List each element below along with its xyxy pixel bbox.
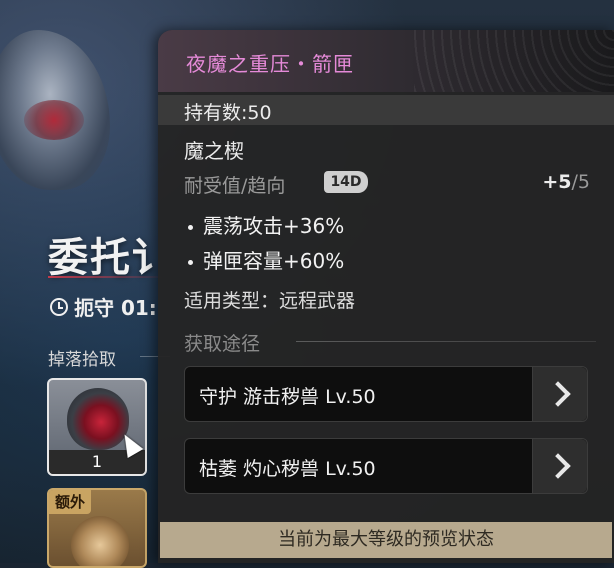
mission-timer-text: 扼守 01: bbox=[74, 296, 157, 320]
source-arrow-button[interactable] bbox=[532, 367, 587, 421]
stat-text: 震荡攻击+36% bbox=[203, 214, 345, 238]
mission-timer: 扼守 01: bbox=[50, 292, 157, 321]
source-arrow-button[interactable] bbox=[532, 439, 587, 493]
owned-count: 持有数:50 bbox=[184, 102, 272, 124]
divider bbox=[296, 341, 596, 342]
character-art-accent bbox=[24, 100, 84, 140]
tooltip-header: 夜魔之重压・箭匣 bbox=[158, 30, 614, 92]
source-button-label: 枯萎 灼心秽兽 Lv.50 bbox=[199, 458, 376, 480]
source-button-2[interactable]: 枯萎 灼心秽兽 Lv.50 bbox=[184, 438, 588, 494]
owned-count-row: 持有数:50 bbox=[158, 95, 614, 125]
chevron-right-icon bbox=[545, 453, 571, 479]
durability-value: +5/5 bbox=[542, 171, 590, 193]
loot-item-extra[interactable]: 额外 bbox=[47, 488, 147, 568]
durability-label: 耐受值/趋向 bbox=[184, 175, 286, 197]
source-button-1[interactable]: 守护 游击秽兽 Lv.50 bbox=[184, 366, 588, 422]
item-name: 魔之楔 bbox=[184, 139, 244, 163]
source-section-label: 获取途径 bbox=[184, 333, 261, 355]
item-title: 夜魔之重压・箭匣 bbox=[186, 52, 354, 76]
loot-item-mod[interactable]: 1 bbox=[47, 378, 147, 476]
bullet-icon bbox=[188, 225, 193, 230]
shield-item-icon bbox=[71, 516, 129, 566]
extra-badge: 额外 bbox=[49, 490, 92, 514]
title-underline bbox=[48, 276, 168, 278]
applicable-type: 适用类型：远程武器 bbox=[184, 290, 356, 312]
durability-max: /5 bbox=[571, 171, 591, 193]
item-tooltip-panel: 夜魔之重压・箭匣 持有数:50 魔之楔 耐受值/趋向 14D +5/5 震荡攻击… bbox=[158, 30, 614, 563]
durability-badge: 14D bbox=[324, 171, 368, 193]
stat-line: 震荡攻击+36% bbox=[188, 210, 344, 239]
drop-loot-label: 掉落拾取 bbox=[48, 350, 116, 370]
preview-status-bar: 当前为最大等级的预览状态 bbox=[160, 522, 612, 558]
stat-line: 弹匣容量+60% bbox=[188, 245, 344, 274]
source-button-label: 守护 游击秽兽 Lv.50 bbox=[199, 386, 376, 408]
commission-title: 委托讠 bbox=[48, 235, 174, 281]
chevron-right-icon bbox=[545, 381, 571, 407]
stat-text: 弹匣容量+60% bbox=[203, 249, 345, 273]
durability-current: +5 bbox=[542, 171, 572, 193]
bullet-icon bbox=[188, 260, 193, 265]
clock-icon bbox=[50, 297, 68, 316]
